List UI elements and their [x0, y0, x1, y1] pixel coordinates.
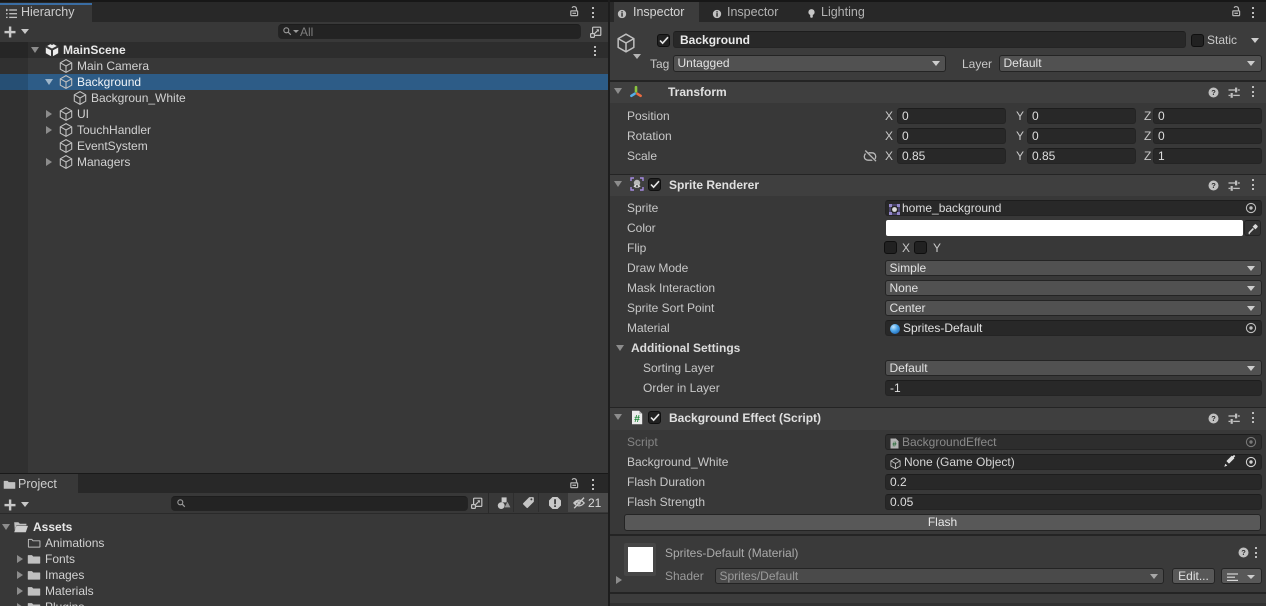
svg-text:?: ? [1211, 414, 1216, 423]
svg-text:?: ? [1211, 181, 1216, 190]
svg-text:?: ? [1241, 548, 1246, 557]
svg-text:#: # [634, 413, 640, 425]
svg-text:?: ? [1211, 88, 1216, 97]
